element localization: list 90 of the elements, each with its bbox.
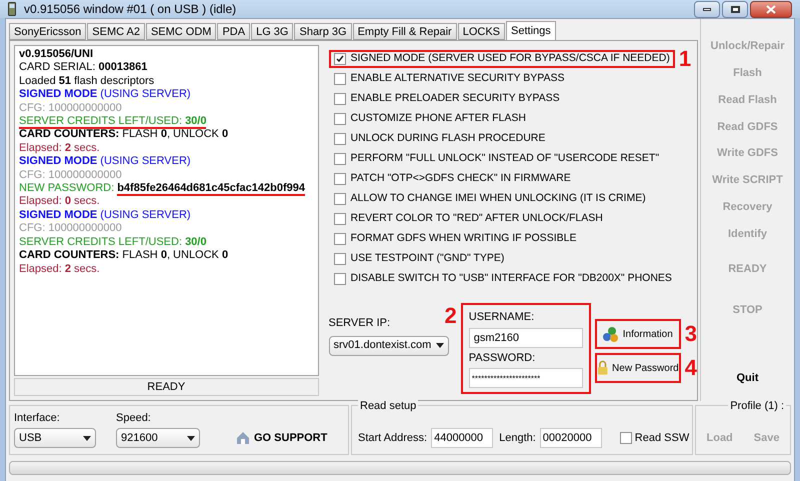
status-label: READY bbox=[728, 262, 767, 278]
tab[interactable]: Settings bbox=[506, 21, 556, 40]
checkbox[interactable] bbox=[334, 93, 346, 105]
minimize-button[interactable] bbox=[694, 0, 720, 18]
checkbox[interactable] bbox=[334, 273, 346, 285]
log-line: SIGNED MODE (USING SERVER) bbox=[19, 88, 191, 102]
option-row[interactable]: PERFORM "FULL UNLOCK" INSTEAD OF "USERCODE RESET" bbox=[328, 150, 664, 168]
checkbox[interactable] bbox=[334, 233, 346, 245]
dropdown-arrow-icon bbox=[187, 436, 195, 440]
speed-label: Speed: bbox=[116, 410, 152, 426]
checkbox[interactable] bbox=[334, 73, 346, 85]
option-row[interactable]: PATCH "OTP<>GDFS CHECK" IN FIRMWARE bbox=[328, 170, 576, 188]
log-line: SIGNED MODE (USING SERVER) bbox=[19, 155, 191, 169]
length-field[interactable]: 00020000 bbox=[540, 428, 602, 448]
option-row[interactable]: FORMAT GDFS WHEN WRITING IF POSSIBLE bbox=[328, 230, 582, 248]
support-link[interactable]: GO SUPPORT bbox=[236, 428, 328, 448]
log-line: CFG: 100000000000 bbox=[19, 222, 122, 236]
log-line: Elapsed: 2 secs. bbox=[19, 142, 100, 156]
interface-dropdown[interactable]: USB bbox=[14, 428, 96, 448]
checkbox[interactable] bbox=[334, 173, 346, 185]
log-line: CFG: 100000000000 bbox=[19, 102, 122, 116]
profile-title: Profile (1) : bbox=[728, 398, 786, 414]
annotation-number: 3 bbox=[684, 323, 697, 345]
log-line: NEW PASSWORD: b4f85fe26464d681c45cfac142b0f994 bbox=[19, 182, 305, 196]
phone-icon bbox=[8, 2, 16, 16]
option-row[interactable]: ALLOW TO CHANGE IMEI WHEN UNLOCKING (IT IS CRIME) bbox=[328, 190, 651, 208]
length-label: Length: bbox=[499, 431, 536, 446]
server-button[interactable]: Information bbox=[594, 319, 681, 349]
tab[interactable]: SEMC A2 bbox=[87, 23, 145, 40]
close-icon bbox=[766, 4, 776, 14]
dropdown-arrow-icon bbox=[83, 436, 91, 440]
annotation-number: 2 bbox=[444, 303, 457, 327]
checkbox[interactable] bbox=[334, 113, 346, 125]
checkbox[interactable] bbox=[334, 213, 346, 225]
log-status: READY bbox=[14, 378, 318, 396]
quit-button[interactable]: Quit bbox=[736, 370, 758, 387]
tab[interactable]: Sharp 3G bbox=[294, 23, 352, 40]
option-row[interactable]: ENABLE ALTERNATIVE SECURITY BYPASS bbox=[328, 70, 570, 88]
house-icon bbox=[236, 431, 250, 445]
server-button[interactable]: New Password bbox=[594, 353, 681, 383]
read-ssw-label: Read SSW bbox=[634, 430, 690, 446]
annotation-number: 4 bbox=[684, 357, 697, 379]
tab[interactable]: SEMC ODM bbox=[146, 23, 216, 40]
option-row[interactable]: UNLOCK DURING FLASH PROCEDURE bbox=[328, 130, 550, 148]
log-line: CARD SERIAL: 00013861 bbox=[19, 61, 148, 75]
lock-icon bbox=[596, 360, 608, 376]
tab[interactable]: PDA bbox=[217, 23, 250, 40]
option-row[interactable]: SIGNED MODE (SERVER USED FOR BYPASS/CSCA IF NEEDED) bbox=[328, 50, 675, 68]
log-line: SIGNED MODE (USING SERVER) bbox=[19, 208, 191, 222]
checkbox[interactable] bbox=[334, 153, 346, 165]
start-address-field[interactable]: 44000000 bbox=[431, 428, 494, 448]
log-line: Elapsed: 2 secs. bbox=[19, 262, 100, 276]
checkbox[interactable] bbox=[334, 193, 346, 205]
password-label: PASSWORD: bbox=[468, 350, 536, 366]
tab[interactable]: SonyEricsson bbox=[9, 23, 86, 40]
server-ip-label: SERVER IP: bbox=[328, 316, 392, 331]
log-line: v0.915056/UNI bbox=[19, 48, 93, 62]
log-line: Loaded 51 flash descriptors bbox=[19, 74, 154, 88]
dropdown-arrow-icon bbox=[436, 343, 444, 348]
password-field[interactable]: ********************** bbox=[468, 368, 583, 388]
interface-label: Interface: bbox=[14, 410, 61, 426]
option-row[interactable]: CUSTOMIZE PHONE AFTER FLASH bbox=[328, 110, 531, 128]
tab[interactable]: LOCKS bbox=[458, 23, 506, 40]
log-line: CARD COUNTERS: FLASH 0, UNLOCK 0 bbox=[19, 249, 228, 262]
close-button[interactable] bbox=[750, 0, 792, 18]
checkbox[interactable] bbox=[334, 53, 346, 65]
log-line: SERVER CREDITS LEFT/USED: 30/0 bbox=[19, 115, 206, 128]
coins-icon bbox=[602, 326, 619, 342]
username-field[interactable]: gsm2160 bbox=[468, 328, 583, 348]
option-row[interactable]: USE TESTPOINT ("GND" TYPE) bbox=[328, 250, 510, 268]
tab[interactable]: LG 3G bbox=[251, 23, 294, 40]
server-ip-dropdown[interactable]: srv01.dontexist.com bbox=[328, 336, 448, 356]
log-line: Elapsed: 0 secs. bbox=[19, 195, 100, 209]
start-address-label: Start Address: bbox=[358, 431, 428, 446]
log-line: CFG: 100000000000 bbox=[19, 168, 122, 182]
option-row[interactable]: DISABLE SWITCH TO "USB" INTERFACE FOR "DB200X" PHONES bbox=[328, 270, 677, 288]
checkbox[interactable] bbox=[334, 253, 346, 265]
checkbox[interactable] bbox=[334, 133, 346, 145]
log-line: CARD COUNTERS: FLASH 0, UNLOCK 0 bbox=[19, 128, 228, 142]
checkbox[interactable] bbox=[620, 432, 632, 444]
option-row[interactable]: REVERT COLOR TO "RED" AFTER UNLOCK/FLASH bbox=[328, 210, 608, 228]
window-title: v0.915056 window #01 ( on USB ) (idle) bbox=[24, 1, 238, 18]
option-row[interactable]: ENABLE PRELOADER SECURITY BYPASS bbox=[328, 90, 565, 108]
annotation-number: 1 bbox=[678, 48, 692, 70]
tab[interactable]: Empty Fill & Repair bbox=[352, 23, 457, 40]
maximize-button[interactable] bbox=[722, 0, 748, 18]
read-setup-title: Read setup bbox=[358, 398, 418, 414]
username-label: USERNAME: bbox=[468, 310, 536, 325]
speed-dropdown[interactable]: 921600 bbox=[116, 428, 200, 448]
log-line: SERVER CREDITS LEFT/USED: 30/0 bbox=[19, 236, 206, 250]
